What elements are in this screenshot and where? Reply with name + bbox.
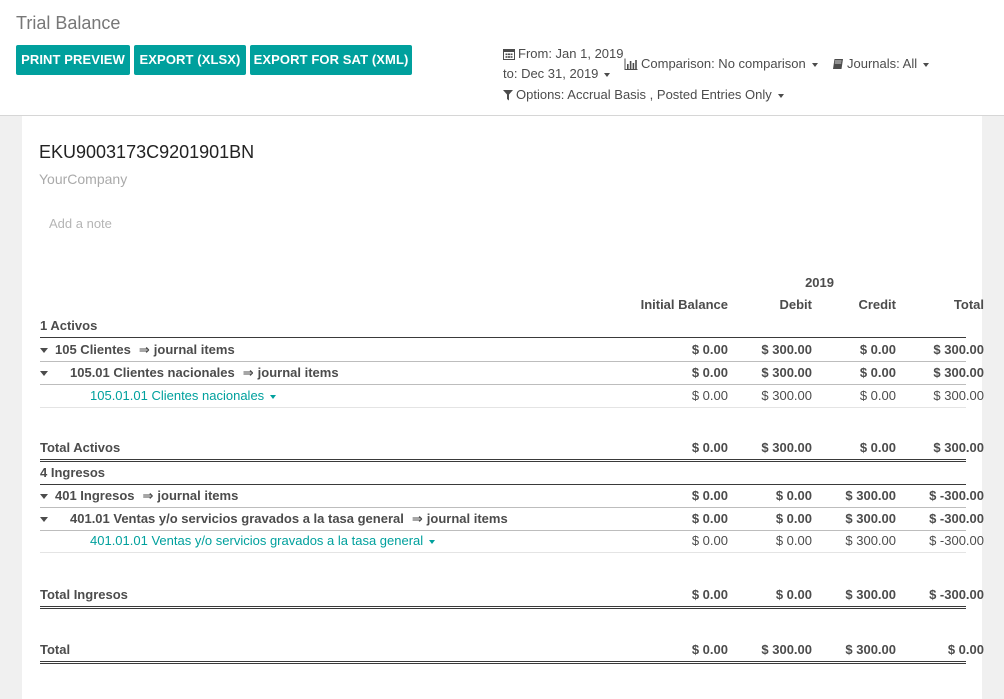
bar-chart-icon — [624, 58, 638, 70]
table-cell: $ 300.00 — [933, 388, 984, 403]
grand-total-label: Total — [40, 642, 71, 657]
options-filter[interactable]: Options: Accrual Basis , Posted Entries … — [503, 87, 784, 102]
journal-items-link[interactable]: journal items — [427, 511, 508, 526]
journals-filter[interactable]: Journals: All — [832, 56, 930, 71]
account-link[interactable]: 105.01.01 Clientes nacionales — [90, 385, 277, 407]
grand-total-row: Total $ 0.00 $ 300.00 $ 300.00 $ 0.00 — [40, 639, 984, 664]
book-icon — [833, 59, 843, 69]
section-title: 1 Activos — [40, 318, 98, 333]
group-row[interactable]: 401 Ingresos ⇒ journal items $ 0.00 $ 0.00… — [40, 485, 984, 508]
caret-down-icon[interactable] — [40, 371, 48, 377]
year-header-row: 2019 — [40, 272, 966, 294]
year-header: 2019 — [805, 275, 834, 290]
page-title: Trial Balance — [16, 13, 121, 33]
caret-down-icon[interactable] — [40, 348, 48, 354]
section-title: 4 Ingresos — [40, 465, 106, 480]
export-sat-button[interactable]: EXPORT FOR SAT (XML) — [250, 45, 412, 75]
control-panel: Trial Balance PRINT PREVIEW EXPORT (XLSX… — [0, 0, 1004, 116]
comparison-label: Comparison: No comparison — [641, 56, 806, 71]
subgroup-row[interactable]: 401.01 Ventas y/o servicios gravados a l… — [40, 508, 984, 531]
account-link[interactable]: 401.01.01 Ventas y/o servicios gravados … — [90, 530, 436, 552]
export-xlsx-button[interactable]: EXPORT (XLSX) — [134, 45, 246, 75]
group-label: 401 Ingresos ⇒ journal items — [40, 485, 238, 507]
date-filter[interactable]: From: Jan 1, 2019 — [503, 46, 624, 61]
filter-icon — [503, 90, 513, 101]
comparison-filter[interactable]: Comparison: No comparison — [624, 56, 818, 71]
account-row[interactable]: 105.01.01 Clientes nacionales $ 0.00 $ 3… — [40, 385, 984, 408]
table-cell: $ -300.00 — [929, 488, 984, 503]
journal-items-link[interactable]: journal items — [258, 365, 339, 380]
journal-items-link[interactable]: journal items — [157, 488, 238, 503]
journal-items-link[interactable]: journal items — [154, 342, 235, 357]
account-row[interactable]: 401.01.01 Ventas y/o servicios gravados … — [40, 530, 984, 553]
table-cell: $ 300.00 — [933, 440, 984, 455]
date-from-label: From: Jan 1, 2019 — [518, 46, 624, 61]
total-row: Total Activos $ 0.00 $ 300.00 $ 0.00 $ 3… — [40, 437, 984, 462]
table-cell: $ 300.00 — [933, 342, 984, 357]
section-title-row: 4 Ingresos — [40, 462, 966, 485]
total-row: Total Ingresos $ 0.00 $ 0.00 $ 300.00 $ … — [40, 584, 984, 609]
group-label: 105 Clientes ⇒ journal items — [40, 339, 235, 361]
section-title-row: 1 Activos — [40, 315, 966, 338]
report-sheet: EKU9003173C9201901BN YourCompany Add a n… — [22, 116, 984, 699]
date-to-filter[interactable]: to: Dec 31, 2019 — [503, 66, 611, 81]
chevron-down-icon — [604, 72, 611, 77]
group-row[interactable]: 105 Clientes ⇒ journal items $ 0.00 $ 300.… — [40, 339, 984, 362]
table-cell: $ 300.00 — [933, 365, 984, 380]
subgroup-label: 401.01 Ventas y/o servicios gravados a l… — [40, 508, 508, 530]
chevron-down-icon — [923, 62, 930, 67]
subgroup-row[interactable]: 105.01 Clientes nacionales ⇒ journal items… — [40, 362, 984, 385]
date-to-label: to: Dec 31, 2019 — [503, 66, 599, 81]
add-note-field[interactable]: Add a note — [49, 216, 112, 231]
chevron-down-icon — [777, 93, 784, 98]
company-vat: EKU9003173C9201901BN — [39, 142, 255, 162]
journals-label: Journals: All — [847, 56, 918, 71]
calendar-icon — [503, 49, 515, 60]
chevron-down-icon — [811, 62, 818, 67]
column-header-row: Initial Balance Debit Credit Total — [40, 294, 984, 316]
company-name: YourCompany — [39, 171, 128, 187]
chevron-down-icon — [429, 539, 436, 544]
total-label: Total Ingresos — [40, 587, 128, 602]
table-cell: $ -300.00 — [929, 587, 984, 602]
caret-down-icon[interactable] — [40, 494, 48, 500]
chevron-down-icon — [270, 394, 277, 399]
options-label: Options: Accrual Basis , Posted Entries … — [516, 87, 772, 102]
table-cell: $ -300.00 — [929, 533, 984, 548]
total-label: Total Activos — [40, 440, 121, 455]
caret-down-icon[interactable] — [40, 517, 48, 523]
table-cell: $ 0.00 — [947, 642, 984, 657]
print-preview-button[interactable]: PRINT PREVIEW — [16, 45, 130, 75]
column-total: Total — [953, 297, 984, 312]
subgroup-label: 105.01 Clientes nacionales ⇒ journal items — [40, 362, 339, 384]
table-cell: $ -300.00 — [929, 511, 984, 526]
